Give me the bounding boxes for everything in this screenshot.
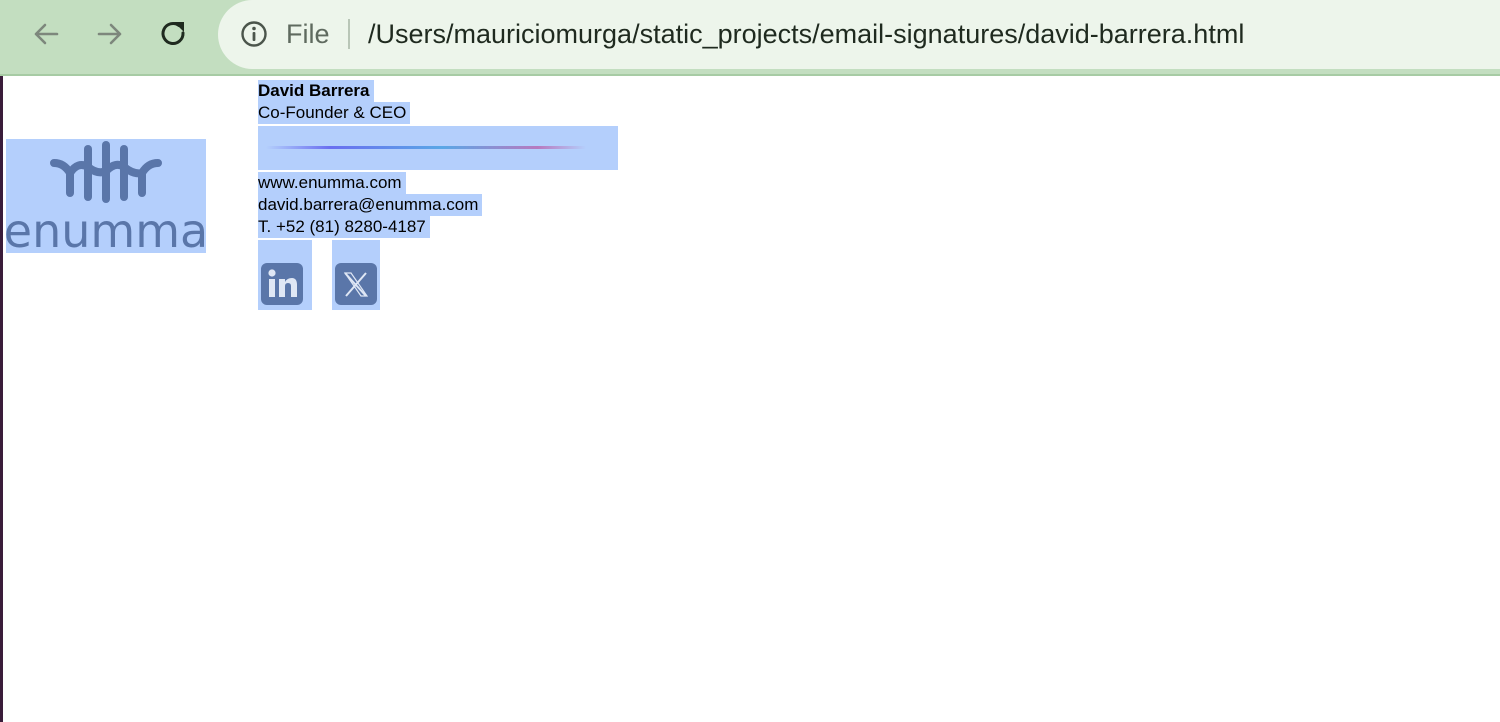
scheme-label: File	[286, 19, 330, 49]
x-icon	[335, 263, 377, 305]
reload-icon	[161, 22, 185, 45]
linkedin-icon	[261, 263, 303, 305]
website-link[interactable]: www.enumma.com	[258, 172, 406, 194]
browser-toolbar: File /Users/mauriciomurga/static_project…	[0, 0, 1500, 76]
gradient-line	[266, 146, 586, 149]
url-text[interactable]: /Users/mauriciomurga/static_projects/ema…	[368, 18, 1244, 50]
back-button[interactable]	[26, 14, 66, 54]
window-edge	[0, 76, 3, 722]
email-link[interactable]: david.barrera@enumma.com	[258, 194, 483, 216]
signature-name: David Barrera	[258, 80, 374, 102]
x-link[interactable]	[332, 240, 380, 310]
arrow-right-icon	[97, 23, 122, 45]
info-icon[interactable]	[240, 20, 268, 48]
linkedin-link[interactable]	[258, 240, 312, 310]
logo-wordmark: enumma	[6, 204, 206, 253]
phone-number: T. +52 (81) 8280-4187	[258, 216, 430, 238]
enumma-logo-icon: enumma	[4, 141, 208, 258]
signature-divider	[258, 126, 618, 170]
signature-title: Co-Founder & CEO	[258, 102, 411, 124]
forward-button[interactable]	[90, 14, 130, 54]
reload-button[interactable]	[154, 14, 194, 54]
company-logo: enumma	[4, 139, 208, 258]
arrow-left-icon	[34, 23, 59, 45]
address-separator	[348, 19, 350, 49]
